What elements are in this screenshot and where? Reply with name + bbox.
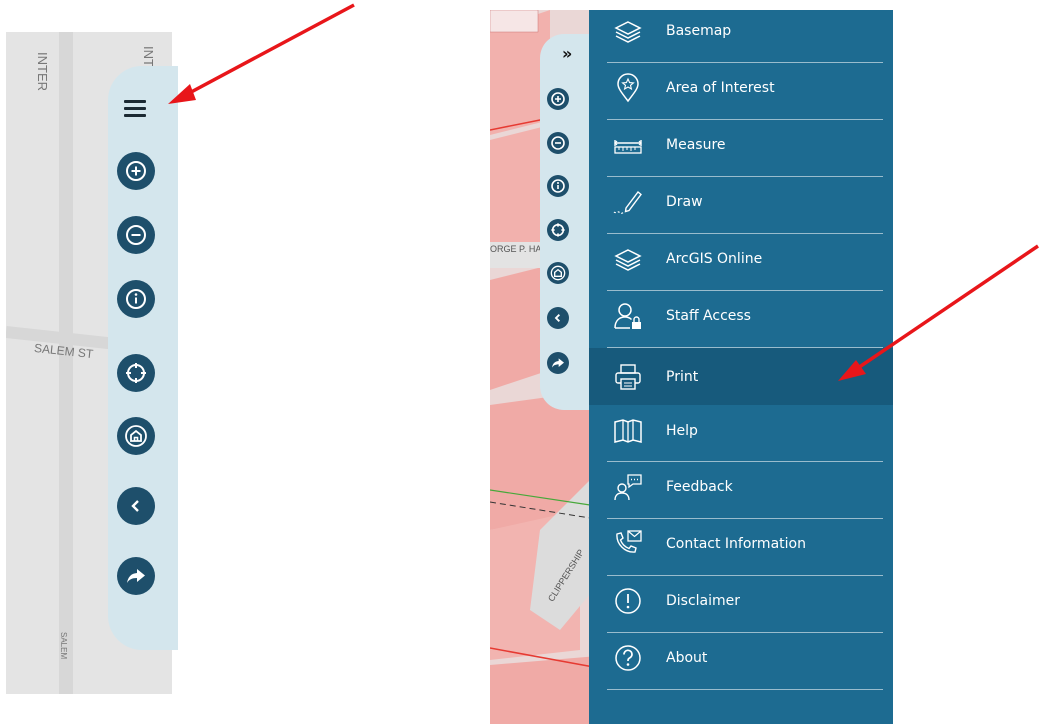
screenshot-composite: INTER INTERS SALEM ST SALEM (0, 0, 1043, 727)
annotation-arrow-right (838, 244, 1039, 381)
